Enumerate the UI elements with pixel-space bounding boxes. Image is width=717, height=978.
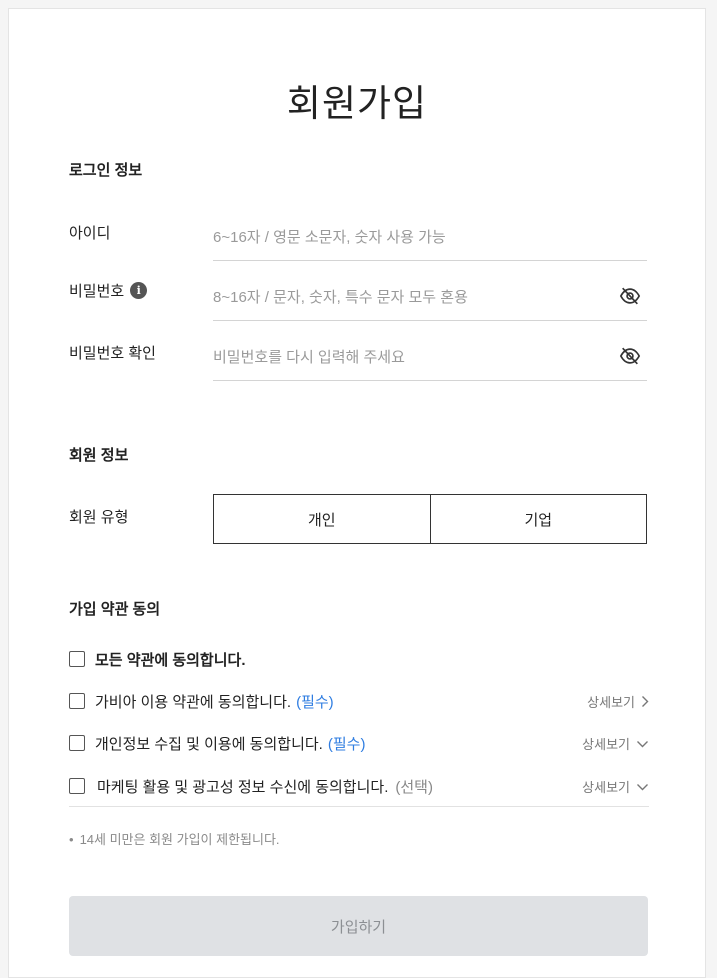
marketing-label: 마케팅 활용 및 광고성 정보 수신에 동의합니다. [97,778,389,796]
login-section-title: 로그인 정보 [69,162,143,179]
privacy-checkbox[interactable] [69,735,85,751]
eye-slash-icon[interactable] [619,286,641,306]
member-section-title: 회원 정보 [69,447,129,464]
privacy-detail-link[interactable]: 상세보기 [582,734,649,753]
chevron-right-icon [642,696,649,707]
password-confirm-label: 비밀번호 확인 [69,345,156,362]
age-notice: • 14세 미만은 회원 가입이 제한됩니다. [69,829,280,848]
terms-label: 가비아 이용 약관에 동의합니다. [95,693,292,711]
terms-checkbox[interactable] [69,693,85,709]
terms-row[interactable]: 가비아 이용 약관에 동의합니다. (필수) 상세보기 [69,689,649,713]
terms-section-title: 가입 약관 동의 [69,601,161,618]
chevron-down-icon [637,740,648,747]
signup-submit-button[interactable]: 가입하기 [69,896,648,956]
marketing-checkbox[interactable] [69,778,85,794]
terms-divider [69,806,649,807]
member-type-business-button[interactable]: 기업 [430,494,647,544]
id-label: 아이디 [69,225,111,242]
id-field [213,214,647,261]
required-tag: (필수) [327,735,366,753]
optional-tag: (선택) [395,778,433,796]
password-label: 비밀번호 [69,283,125,300]
password-input[interactable] [213,288,603,306]
detail-link-label: 상세보기 [582,780,630,795]
required-tag: (필수) [296,693,334,711]
password-confirm-input[interactable] [213,348,603,366]
agree-all-label: 모든 약관에 동의합니다. [95,651,246,669]
marketing-detail-link[interactable]: 상세보기 [582,777,649,796]
password-field [213,274,647,321]
member-type-toggle: 개인 기업 [213,494,647,544]
chevron-down-icon [637,783,648,790]
signup-card: 회원가입 로그인 정보 아이디 비밀번호 i 비밀번호 확인 회원 정보 회원 … [8,8,706,978]
password-label-group: 비밀번호 i [69,280,148,301]
info-icon[interactable]: i [130,282,148,299]
privacy-label: 개인정보 수집 및 이용에 동의합니다. [95,735,323,753]
age-notice-text: 14세 미만은 회원 가입이 제한됩니다. [79,832,280,847]
marketing-row[interactable]: 마케팅 활용 및 광고성 정보 수신에 동의합니다. (선택) 상세보기 [69,774,649,798]
id-input[interactable] [213,228,603,246]
terms-detail-link[interactable]: 상세보기 [587,692,649,711]
member-type-label: 회원 유형 [69,509,129,526]
detail-link-label: 상세보기 [587,695,635,710]
privacy-row[interactable]: 개인정보 수집 및 이용에 동의합니다. (필수) 상세보기 [69,731,649,755]
eye-slash-icon[interactable] [619,346,641,366]
bullet-icon: • [69,832,74,847]
detail-link-label: 상세보기 [582,737,630,752]
agree-all-checkbox[interactable] [69,651,85,667]
password-confirm-field [213,334,647,381]
agree-all-row[interactable]: 모든 약관에 동의합니다. [69,647,649,671]
page-title: 회원가입 [286,83,428,124]
member-type-personal-button[interactable]: 개인 [213,494,431,544]
